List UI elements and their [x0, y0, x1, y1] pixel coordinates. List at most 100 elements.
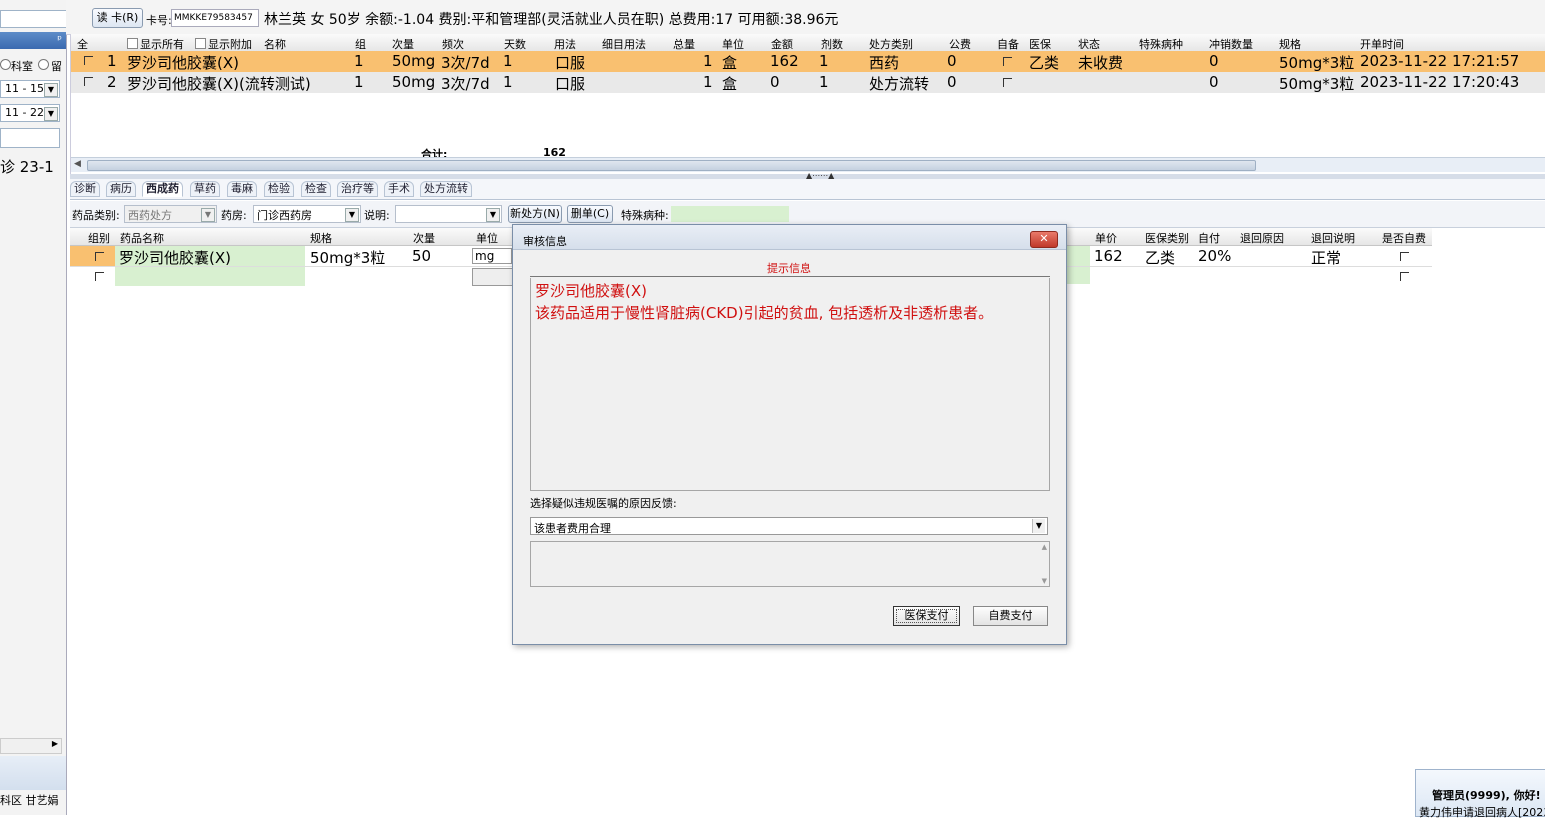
col-usage[interactable]: 用法: [554, 36, 576, 52]
dialog-titlebar[interactable]: 审核信息 ✕: [513, 225, 1066, 250]
reason-textarea[interactable]: ▲ ▼: [530, 541, 1050, 587]
chevron-down-icon[interactable]: ▼: [44, 107, 58, 121]
date-to-field[interactable]: 11 - 22 ▼: [0, 104, 60, 122]
card-number-field[interactable]: MMKKE79583457: [171, 9, 259, 27]
self-pay-button[interactable]: 自费支付: [973, 606, 1048, 626]
new-rx-button[interactable]: 新处方(N): [508, 205, 562, 223]
is-self-checkbox[interactable]: [1400, 272, 1409, 281]
col-name[interactable]: 名称: [264, 36, 286, 52]
col-insurance[interactable]: 医保: [1029, 36, 1051, 52]
group-checkbox[interactable]: [95, 252, 104, 261]
special-disease-field[interactable]: [671, 206, 789, 222]
col-refund-note[interactable]: 退回说明: [1311, 230, 1355, 246]
col-spec[interactable]: 规格: [310, 230, 332, 246]
show-all-checkbox[interactable]: [127, 38, 138, 49]
col-dose[interactable]: 次量: [413, 230, 435, 246]
self-prep-checkbox[interactable]: [1003, 78, 1012, 87]
order-row[interactable]: 2 罗沙司他胶囊(X)(流转测试) 1 50mg 3次/7d 1 口服 1 盒 …: [71, 72, 1545, 93]
dose[interactable]: 50: [412, 247, 431, 265]
col-spec[interactable]: 规格: [1279, 36, 1301, 52]
col-all[interactable]: 全: [77, 36, 88, 52]
group-checkbox[interactable]: [95, 272, 104, 281]
tab-medical-record[interactable]: 病历: [106, 181, 136, 197]
refund-notice[interactable]: 黄力伟申请退回病人[2023: [1419, 804, 1545, 820]
col-days[interactable]: 天数: [504, 36, 526, 52]
status: 未收费: [1078, 54, 1124, 72]
chevron-down-icon[interactable]: ▼: [486, 208, 500, 222]
scroll-right-icon[interactable]: ▶: [52, 739, 58, 748]
sidebar-filter-input[interactable]: [0, 128, 60, 148]
tab-exam[interactable]: 检查: [301, 181, 331, 197]
tab-western-medicine[interactable]: 西成药: [142, 181, 183, 197]
col-amount[interactable]: 金额: [771, 36, 793, 52]
unit-value: mg: [475, 249, 495, 263]
col-refund-reason[interactable]: 退回原因: [1240, 230, 1284, 246]
col-is-self[interactable]: 是否自费: [1382, 230, 1426, 246]
col-group[interactable]: 组: [355, 36, 366, 52]
unit-select[interactable]: mg: [472, 248, 512, 264]
pharmacy-select[interactable]: 门诊西药房 ▼: [253, 205, 361, 223]
col-detail-usage[interactable]: 细目用法: [602, 36, 646, 52]
col-unit[interactable]: 单位: [476, 230, 498, 246]
patient-list-item[interactable]: 诊 23-1: [0, 156, 66, 176]
read-card-button[interactable]: 读 卡(R): [92, 8, 143, 28]
reason-select[interactable]: 该患者费用合理 ▼: [530, 517, 1048, 535]
radio-stay[interactable]: [38, 59, 49, 70]
scroll-up-icon[interactable]: ▲: [1042, 543, 1047, 551]
drug-name-cell[interactable]: [115, 267, 305, 286]
col-freq[interactable]: 频次: [442, 36, 464, 52]
delete-rx-button[interactable]: 删单(C): [567, 205, 613, 223]
tab-narcotic[interactable]: 毒麻: [227, 181, 257, 197]
sidebar-scrollbar[interactable]: ▶: [0, 738, 62, 754]
col-drug-name[interactable]: 药品名称: [120, 230, 164, 246]
col-public-fee[interactable]: 公费: [949, 36, 971, 52]
col-dosecount[interactable]: 剂数: [821, 36, 843, 52]
scroll-left-icon[interactable]: ◀: [74, 159, 81, 169]
is-self-checkbox[interactable]: [1400, 252, 1409, 261]
col-ins-type[interactable]: 医保类别: [1145, 230, 1189, 246]
date-from-field[interactable]: 11 - 15 ▼: [0, 80, 60, 98]
col-price[interactable]: 单价: [1095, 230, 1117, 246]
insurance-pay-button[interactable]: 医保支付: [893, 606, 960, 626]
col-dose[interactable]: 次量: [392, 36, 414, 52]
order-row[interactable]: 1 罗沙司他胶囊(X) 1 50mg 3次/7d 1 口服 1 盒 162 1 …: [71, 51, 1545, 72]
col-special-disease[interactable]: 特殊病种: [1139, 36, 1183, 52]
tab-diagnosis[interactable]: 诊断: [70, 181, 100, 197]
col-self-ratio[interactable]: 自付: [1198, 230, 1220, 246]
sidebar-footer-text: 科区 甘艺娟: [0, 794, 59, 807]
pin-icon[interactable]: ᵖ: [57, 33, 62, 46]
col-offset-qty[interactable]: 冲销数量: [1209, 36, 1253, 52]
tab-herbal[interactable]: 草药: [190, 181, 220, 197]
chevron-down-icon[interactable]: ▼: [1032, 519, 1045, 533]
chevron-down-icon[interactable]: ▼: [201, 208, 215, 222]
tab-treatment[interactable]: 治疗等: [337, 181, 378, 197]
col-rx-type[interactable]: 处方类别: [869, 36, 913, 52]
chevron-down-icon[interactable]: ▼: [345, 208, 359, 222]
scroll-down-icon[interactable]: ▼: [1042, 577, 1047, 585]
col-open-time[interactable]: 开单时间: [1360, 36, 1404, 52]
col-group[interactable]: 组别: [88, 230, 110, 246]
row-checkbox[interactable]: [84, 56, 93, 65]
category-select[interactable]: 西药处方 ▼: [124, 205, 217, 223]
show-extra-checkbox[interactable]: [195, 38, 206, 49]
tab-lab[interactable]: 检验: [264, 181, 294, 197]
col-self-prep[interactable]: 自备: [997, 36, 1019, 52]
tab-surgery[interactable]: 手术: [384, 181, 414, 197]
row-checkbox[interactable]: [84, 77, 93, 86]
self-prep-checkbox[interactable]: [1003, 57, 1012, 66]
drug-name-cell[interactable]: 罗沙司他胶囊(X): [115, 246, 305, 267]
tab-rx-transfer[interactable]: 处方流转: [420, 181, 472, 197]
pharmacy-label: 药房:: [221, 209, 247, 222]
unit-select[interactable]: [472, 268, 514, 286]
col-unit[interactable]: 单位: [722, 36, 744, 52]
note-select[interactable]: ▼: [395, 205, 502, 223]
chevron-down-icon[interactable]: ▼: [44, 83, 58, 97]
sidebar-bottom-panel: [0, 756, 66, 790]
close-icon[interactable]: ✕: [1030, 231, 1058, 248]
orders-horizontal-scrollbar[interactable]: ◀: [71, 157, 1545, 172]
radio-dept[interactable]: [0, 59, 11, 70]
special-disease-label: 特殊病种:: [621, 209, 669, 222]
scroll-thumb[interactable]: [87, 160, 1256, 171]
col-total[interactable]: 总量: [673, 36, 695, 52]
col-status[interactable]: 状态: [1078, 36, 1100, 52]
